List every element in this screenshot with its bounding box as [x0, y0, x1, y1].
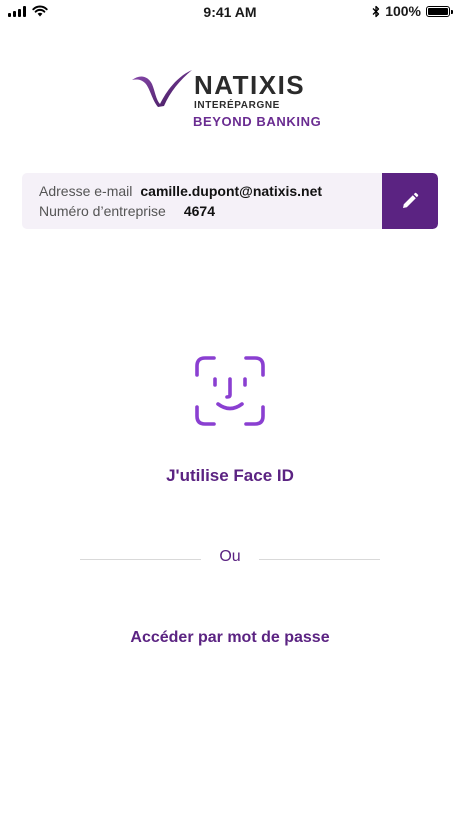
or-label: Ou	[219, 548, 241, 565]
password-login-link[interactable]: Accéder par mot de passe	[0, 629, 460, 647]
brand-tagline: BEYOND BANKING	[193, 114, 322, 129]
natixis-logo: NATIXIS INTERÉPARGNE BEYOND BANKING	[130, 66, 340, 132]
divider-line-right	[259, 559, 380, 560]
edit-account-button[interactable]	[382, 173, 438, 229]
battery-percent: 100%	[385, 3, 421, 19]
bluetooth-icon	[372, 5, 380, 17]
brand-swoosh-icon	[132, 70, 192, 107]
company-number-value: 4674	[183, 203, 215, 219]
battery-level	[428, 7, 448, 15]
status-bar: 9:41 AM 100%	[0, 0, 460, 24]
status-right: 100%	[372, 3, 453, 19]
email-row: Adresse e-mail camille.dupont@natixis.net	[39, 183, 322, 199]
company-number-row: Numéro d’entreprise 4674	[39, 203, 215, 219]
brand-subtitle: INTERÉPARGNE	[194, 100, 280, 111]
or-divider: Ou	[80, 548, 380, 568]
email-label: Adresse e-mail	[39, 183, 133, 199]
battery-icon	[426, 5, 453, 17]
face-id-icon[interactable]	[194, 355, 266, 427]
email-value: camille.dupont@natixis.net	[140, 183, 323, 199]
account-info-card: Adresse e-mail camille.dupont@natixis.net…	[22, 173, 438, 229]
pencil-icon	[403, 192, 419, 208]
company-number-label: Numéro d’entreprise	[39, 203, 166, 219]
brand-name: NATIXIS	[194, 70, 306, 100]
face-id-button[interactable]: J'utilise Face ID	[0, 466, 460, 486]
